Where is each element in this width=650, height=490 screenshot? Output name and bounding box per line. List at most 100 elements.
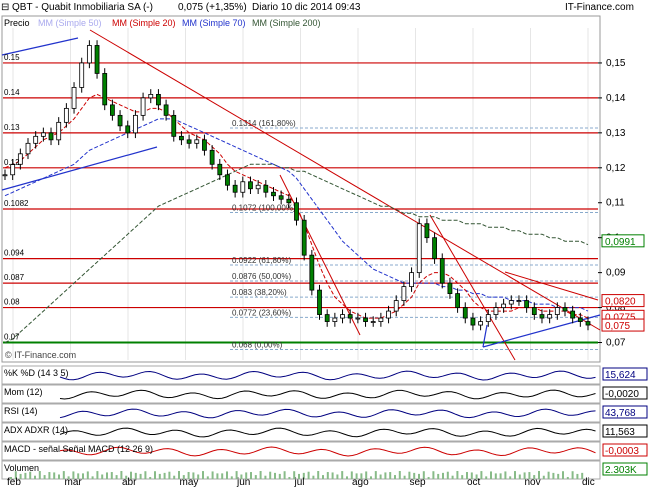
candle-body [332,317,338,322]
volume-bar [154,471,156,479]
volume-bar [394,475,396,479]
volume-bar [514,471,516,479]
y-tick-label: 0,11 [606,198,625,209]
candle-body [447,282,453,294]
candle-body [117,114,123,127]
volume-bar [370,476,372,479]
volume-bar [379,474,382,479]
candle-body [324,314,330,322]
level-label-0: 0.15 [4,53,20,62]
candle-body [393,300,399,312]
candle-body [386,310,391,319]
candle-body [554,307,560,315]
volume-bar [571,471,574,479]
candle-body [156,94,161,106]
x-month-ago: ago [352,477,369,488]
candle-body [248,181,253,190]
candle-body [577,317,583,322]
candle-body [25,142,31,155]
candle-body [355,317,361,320]
volume-bar [509,476,512,479]
fib-label-6: 0.068 (0,00%) [232,341,283,350]
volume-bar [144,471,147,479]
price-tag-label: 0,075 [605,321,630,332]
volume-bar [206,476,209,479]
volume-bar [499,473,502,479]
volume-bar [557,473,560,479]
volume-bar [490,471,492,479]
candle-body [79,62,85,88]
legend-mm50[interactable]: MM (Simple 50) [38,18,102,28]
candle-body [56,121,62,141]
candle-body [317,289,322,315]
candle-body [524,300,530,308]
volume-bar [322,475,324,479]
volume-bar [34,475,36,479]
volume-bar [274,472,276,479]
x-month-may: may [180,477,199,488]
y-tick-label: 0,13 [606,128,626,139]
volume-bar [389,472,392,479]
legend-mm20[interactable]: MM (Simple 20) [112,18,176,28]
x-month-feb: feb [7,477,21,488]
candle-body [232,184,238,193]
candle-body [531,307,537,315]
indicator-label-RSI: RSI (14) [4,406,38,416]
volume-bar [254,475,257,479]
volume-bar [504,471,507,479]
legend-mm70[interactable]: MM (Simple 70) [182,18,246,28]
candle-body [455,293,460,308]
volume-bar [427,476,430,479]
grid-lines [12,28,589,360]
volume-bar [518,474,521,479]
fib-label-4: 0.083 (38,20%) [232,288,287,297]
volume-bar [139,473,142,479]
x-month-jul: jul [294,477,305,488]
candle-body [508,300,514,305]
legend-mm200[interactable]: MM (Simple 200) [252,18,321,28]
volume-bar [24,472,27,479]
candle-body [278,195,284,200]
volume-bar [278,473,281,479]
volume-bar [221,473,224,479]
x-month-abr: abr [122,477,137,488]
volume-bar [562,471,564,479]
volume-bar [331,472,334,479]
candle-body [186,139,192,144]
candle-body [516,300,522,302]
candle-body [347,314,353,319]
candle-body [401,286,407,301]
price-tags: 0,09910,08200,07750,075 [601,234,645,332]
candle-body [547,314,553,319]
candle-body [102,73,108,106]
volume-bar [312,475,315,479]
candle-body [439,258,445,284]
legend-price[interactable]: Precio [4,18,30,28]
candle-body [478,321,484,326]
candle-body [570,310,576,319]
volume-bar [442,472,444,479]
level-label-1: 0.14 [4,88,20,97]
channel-blue-bottom [1,146,158,191]
fib-label-3: 0.0876 (50,00%) [232,272,291,281]
candle-body [40,132,46,137]
candle-body [485,314,491,322]
volume-bar [346,476,348,479]
volume-bar [158,473,161,479]
volume-bar [480,471,483,479]
indicator-label-Volumen: Volumen [4,463,39,473]
fib-label-5: 0.0772 (23,60%) [232,308,291,317]
x-month-mar: mar [65,477,83,488]
y-tick-label: 0,12 [606,163,626,174]
x-month-dic: dic [582,477,595,488]
candle-body [109,104,115,116]
stock-chart[interactable]: 0.1314 (161,80%) 0.1072 (100,00%) 0.0922 (… [0,0,650,490]
candle-body [416,223,422,274]
volume-bar [485,476,488,479]
candle-body [539,314,545,319]
indicator-label-MACD: MACD - señal Señal MACD (12 26 9) [4,444,153,454]
y-tick-label: 0,15 [606,58,626,69]
price-tag-label: 0,0820 [605,297,636,308]
volume-bar [398,471,401,479]
mm200-line [4,163,589,343]
